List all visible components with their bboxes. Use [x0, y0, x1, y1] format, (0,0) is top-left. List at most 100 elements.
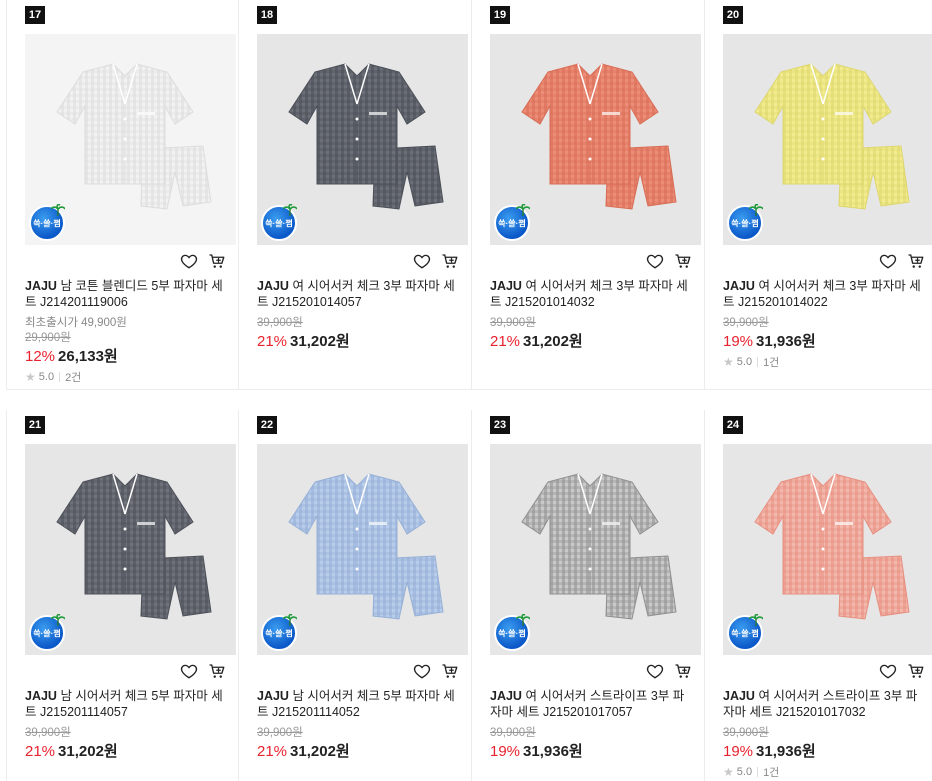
divider [757, 357, 759, 367]
price-row: 21% 31,202원 [257, 740, 350, 761]
divider [757, 767, 759, 777]
star-icon: ★ [25, 370, 36, 384]
cart-icon[interactable] [907, 662, 925, 680]
rating-score: 5.0 [736, 766, 753, 778]
heart-icon[interactable] [413, 252, 431, 270]
heart-icon[interactable] [879, 252, 897, 270]
heart-icon[interactable] [180, 252, 198, 270]
product-title[interactable]: JAJU 여 시어서커 스트라이프 3부 파자마 세트 J21520101703… [723, 688, 928, 720]
card-actions [879, 662, 925, 680]
product-title[interactable]: JAJU 여 시어서커 체크 3부 파자마 세트 J215201014057 [257, 278, 462, 310]
review-count: 2건 [65, 372, 82, 384]
product-image[interactable]: 쓱·쓸·쩜 [490, 34, 701, 245]
cart-icon[interactable] [441, 662, 459, 680]
product-image[interactable]: 쓱·쓸·쩜 [257, 444, 468, 655]
heart-icon[interactable] [646, 252, 664, 270]
product-image[interactable]: 쓱·쓸·쩜 [723, 444, 932, 655]
card-actions [879, 252, 925, 270]
sale-price: 31,936원 [756, 743, 816, 760]
rating[interactable]: ★ 5.0 1건 [723, 354, 779, 370]
brand-name: JAJU [490, 689, 522, 703]
brand-name: JAJU [723, 689, 755, 703]
card-actions [646, 252, 692, 270]
heart-icon[interactable] [879, 662, 897, 680]
card-actions [413, 252, 459, 270]
product-card[interactable]: 23 쓱·쓸·쩜 JAJU 여 시어서커 스트라이프 3부 파자마 세트 J21… [472, 410, 705, 781]
discount-rate: 19% [490, 743, 521, 760]
product-image[interactable]: 쓱·쓸·쩜 [25, 34, 236, 245]
card-actions [180, 662, 226, 680]
ssg-badge-label: 쓱·쓸·쩜 [33, 218, 61, 228]
card-actions [413, 662, 459, 680]
original-price: 39,900원 [257, 727, 303, 739]
product-image[interactable]: 쓱·쓸·쩜 [25, 444, 236, 655]
original-price: 39,900원 [723, 727, 769, 739]
heart-icon[interactable] [180, 662, 198, 680]
ssg-badge-icon: 쓱·쓸·쩜 [29, 614, 65, 651]
review-count: 1건 [763, 357, 780, 369]
original-price: 39,900원 [490, 317, 536, 329]
sale-price: 31,202원 [58, 743, 118, 760]
product-title[interactable]: JAJU 여 시어서커 스트라이프 3부 파자마 세트 J21520101705… [490, 688, 695, 720]
brand-name: JAJU [723, 279, 755, 293]
product-image[interactable]: 쓱·쓸·쩜 [723, 34, 932, 245]
brand-name: JAJU [25, 279, 57, 293]
product-card[interactable]: 21 쓱·쓸·쩜 JAJU 남 시어서커 체크 5부 파자마 세트 J21520… [6, 410, 239, 781]
rank-badge: 17 [25, 6, 45, 24]
product-card[interactable]: 18 쓱·쓸·쩜 JAJU 여 시어서커 체크 3부 파자마 세트 J21520… [239, 0, 472, 390]
rank-badge: 19 [490, 6, 510, 24]
ssg-badge-icon: 쓱·쓸·쩜 [261, 204, 297, 241]
original-price: 39,900원 [490, 727, 536, 739]
heart-icon[interactable] [646, 662, 664, 680]
ssg-badge-label: 쓱·쓸·쩜 [731, 628, 759, 638]
product-title[interactable]: JAJU 남 코튼 블렌디드 5부 파자마 세트 J214201119006 [25, 278, 230, 310]
ssg-badge-label: 쓱·쓸·쩜 [498, 628, 526, 638]
original-price: 39,900원 [723, 317, 769, 329]
star-icon: ★ [723, 355, 734, 369]
product-card[interactable]: 17 쓱·쓸·쩜 JAJU 남 코튼 블렌디드 5부 파자마 세트 J21420… [6, 0, 239, 390]
sale-price: 31,202원 [290, 333, 350, 350]
price-row: 19% 31,936원 [490, 740, 583, 761]
product-card[interactable]: 22 쓱·쓸·쩜 JAJU 남 시어서커 체크 5부 파자마 세트 J21520… [239, 410, 472, 781]
cart-icon[interactable] [907, 252, 925, 270]
price-row: 19% 31,936원 [723, 740, 816, 761]
product-title[interactable]: JAJU 남 시어서커 체크 5부 파자마 세트 J215201114057 [25, 688, 230, 720]
card-actions [646, 662, 692, 680]
rating[interactable]: ★ 5.0 1건 [723, 764, 779, 780]
product-image[interactable]: 쓱·쓸·쩜 [490, 444, 701, 655]
rating-score: 5.0 [38, 371, 55, 383]
cart-icon[interactable] [674, 662, 692, 680]
price-row: 12% 26,133원 [25, 345, 118, 366]
product-card[interactable]: 24 쓱·쓸·쩜 JAJU 여 시어서커 스트라이프 3부 파자마 세트 J21… [705, 410, 932, 781]
rank-badge: 24 [723, 416, 743, 434]
heart-icon[interactable] [413, 662, 431, 680]
ssg-badge-icon: 쓱·쓸·쩜 [494, 204, 530, 241]
release-price: 최초출시가 49,900원 [25, 317, 127, 329]
discount-rate: 21% [490, 333, 521, 350]
cart-icon[interactable] [208, 662, 226, 680]
price-row: 21% 31,202원 [25, 740, 118, 761]
discount-rate: 21% [257, 743, 288, 760]
brand-name: JAJU [257, 689, 289, 703]
discount-rate: 19% [723, 743, 754, 760]
cart-icon[interactable] [674, 252, 692, 270]
ssg-badge-icon: 쓱·쓸·쩜 [29, 204, 65, 241]
cart-icon[interactable] [441, 252, 459, 270]
review-count: 1건 [763, 767, 780, 779]
product-card[interactable]: 20 쓱·쓸·쩜 JAJU 여 시어서커 체크 3부 파자마 세트 J21520… [705, 0, 932, 390]
product-title[interactable]: JAJU 남 시어서커 체크 5부 파자마 세트 J215201114052 [257, 688, 462, 720]
price-row: 21% 31,202원 [490, 330, 583, 351]
sale-price: 26,133원 [58, 348, 118, 365]
rank-badge: 18 [257, 6, 277, 24]
ssg-badge-icon: 쓱·쓸·쩜 [261, 614, 297, 651]
rating[interactable]: ★ 5.0 2건 [25, 369, 81, 385]
discount-rate: 21% [257, 333, 288, 350]
product-title[interactable]: JAJU 여 시어서커 체크 3부 파자마 세트 J215201014022 [723, 278, 928, 310]
product-title[interactable]: JAJU 여 시어서커 체크 3부 파자마 세트 J215201014032 [490, 278, 695, 310]
sale-price: 31,202원 [290, 743, 350, 760]
product-image[interactable]: 쓱·쓸·쩜 [257, 34, 468, 245]
product-card[interactable]: 19 쓱·쓸·쩜 JAJU 여 시어서커 체크 3부 파자마 세트 J21520… [472, 0, 705, 390]
original-price: 29,900원 [25, 332, 71, 344]
cart-icon[interactable] [208, 252, 226, 270]
ssg-badge-icon: 쓱·쓸·쩜 [727, 204, 763, 241]
